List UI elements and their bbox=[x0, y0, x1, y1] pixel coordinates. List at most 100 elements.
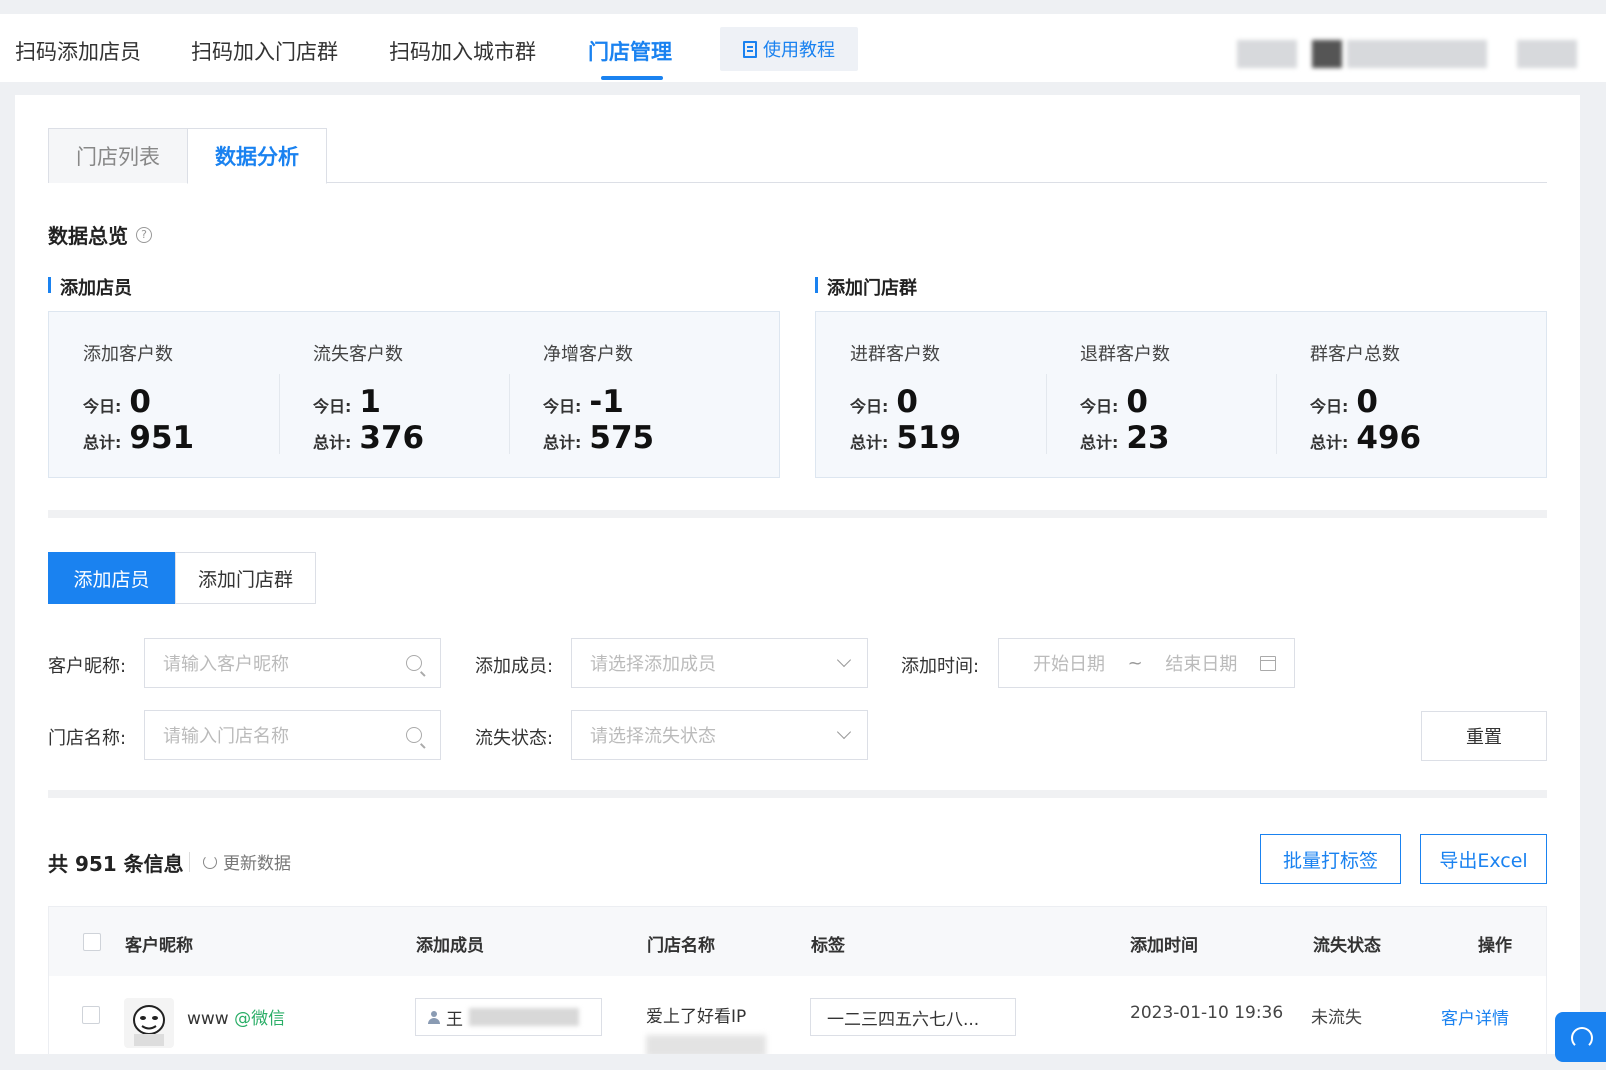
stat-total-value: 519 bbox=[896, 420, 962, 456]
stat-today-key: 今日: bbox=[543, 397, 582, 416]
tutorial-label: 使用教程 bbox=[763, 40, 835, 61]
nickname-placeholder: 请输入客户昵称 bbox=[163, 654, 289, 675]
refresh-icon bbox=[203, 854, 217, 869]
stat-total-value: 23 bbox=[1126, 420, 1170, 456]
member-name: 王 bbox=[446, 1009, 463, 1030]
nav-scan-join-city-group[interactable]: 扫码加入城市群 bbox=[389, 36, 536, 66]
tab-data-analysis[interactable]: 数据分析 bbox=[187, 128, 327, 184]
nickname-label: 客户昵称: bbox=[48, 656, 127, 677]
user-icon bbox=[428, 1010, 440, 1024]
batch-tag-button[interactable]: 批量打标签 bbox=[1260, 834, 1401, 884]
store-placeholder: 请输入门店名称 bbox=[163, 726, 289, 747]
tab-store-list[interactable]: 门店列表 bbox=[48, 128, 188, 183]
time-label: 添加时间: bbox=[901, 656, 980, 677]
stat-total-key: 总计: bbox=[543, 433, 582, 452]
lost-placeholder: 请选择流失状态 bbox=[590, 726, 716, 747]
date-range-picker[interactable]: 开始日期 ~ 结束日期 bbox=[998, 638, 1295, 688]
overview-title: 数据总览 ? bbox=[48, 220, 152, 249]
stat-label: 退群客户数 bbox=[1080, 344, 1170, 365]
add-time: 2023-01-10 19:36 bbox=[1130, 1003, 1284, 1023]
stat-total-value: 496 bbox=[1356, 420, 1422, 456]
column-nickname: 客户昵称 bbox=[125, 936, 193, 956]
stat-today-key: 今日: bbox=[83, 397, 122, 416]
member-select[interactable]: 请选择添加成员 bbox=[571, 638, 868, 688]
end-date-placeholder[interactable]: 结束日期 bbox=[1165, 650, 1237, 676]
column-tag: 标签 bbox=[811, 936, 845, 956]
user-account-area[interactable] bbox=[1222, 20, 1606, 80]
export-excel-button[interactable]: 导出Excel bbox=[1420, 834, 1547, 884]
stat-label: 群客户总数 bbox=[1310, 344, 1400, 365]
stat-today-value: 0 bbox=[1356, 384, 1378, 420]
stat-total-key: 总计: bbox=[1080, 433, 1119, 452]
column-store: 门店名称 bbox=[647, 936, 715, 956]
add-staff-stats: 添加客户数 今日: 0 总计: 951 流失客户数 今日: 1 总计: 376 净增客户… bbox=[48, 311, 780, 478]
section-add-group-title: 添加门店群 bbox=[815, 274, 917, 300]
select-all-checkbox[interactable] bbox=[83, 933, 101, 951]
total-count: 共 951 条信息 bbox=[48, 852, 184, 876]
nav-active-indicator bbox=[601, 76, 663, 80]
customer-service-button[interactable] bbox=[1555, 1012, 1606, 1062]
stat-today-key: 今日: bbox=[1080, 397, 1119, 416]
wechat-source: @微信 bbox=[234, 1009, 286, 1029]
reset-button[interactable]: 重置 bbox=[1421, 711, 1547, 761]
stat-today-value: 0 bbox=[896, 384, 918, 420]
start-date-placeholder[interactable]: 开始日期 bbox=[1033, 650, 1105, 676]
section-add-staff-title: 添加店员 bbox=[48, 274, 132, 300]
add-group-stats: 进群客户数 今日: 0 总计: 519 退群客户数 今日: 0 总计: 23 群客户总数… bbox=[815, 311, 1547, 478]
segment-add-staff[interactable]: 添加店员 bbox=[48, 552, 175, 604]
customer-nickname: www @微信 bbox=[187, 1004, 285, 1029]
calendar-icon bbox=[1259, 655, 1276, 671]
segment-add-group[interactable]: 添加门店群 bbox=[175, 552, 316, 604]
stat-today-key: 今日: bbox=[1310, 397, 1349, 416]
help-icon[interactable]: ? bbox=[136, 226, 152, 243]
refresh-button[interactable]: 更新数据 bbox=[203, 849, 291, 874]
member-label: 添加成员: bbox=[475, 656, 554, 677]
page-tabs: 门店列表 数据分析 bbox=[48, 128, 1547, 184]
date-separator: ~ bbox=[1127, 652, 1143, 674]
lost-status-select[interactable]: 请选择流失状态 bbox=[571, 710, 868, 760]
stat-added-customers: 添加客户数 今日: 0 总计: 951 bbox=[49, 312, 279, 479]
stat-today-key: 今日: bbox=[313, 397, 352, 416]
stat-total-key: 总计: bbox=[850, 433, 889, 452]
avatar bbox=[124, 998, 174, 1048]
top-nav: 扫码添加店员 扫码加入门店群 扫码加入城市群 门店管理 使用教程 bbox=[0, 14, 1606, 82]
nickname-search-input[interactable]: 请输入客户昵称 bbox=[144, 638, 441, 688]
store-name: 爱上了好看IP bbox=[646, 1002, 766, 1057]
store-search-input[interactable]: 请输入门店名称 bbox=[144, 710, 441, 760]
nav-store-management[interactable]: 门店管理 bbox=[588, 36, 672, 66]
document-icon bbox=[743, 40, 757, 58]
stat-today-value: 1 bbox=[359, 384, 381, 420]
lost-status: 未流失 bbox=[1311, 1008, 1362, 1028]
stat-joined-customers: 进群客户数 今日: 0 总计: 519 bbox=[816, 312, 1046, 479]
table-header: 客户昵称 添加成员 门店名称 标签 添加时间 流失状态 操作 bbox=[48, 906, 1547, 976]
stat-label: 进群客户数 bbox=[850, 344, 940, 365]
nav-scan-join-store-group[interactable]: 扫码加入门店群 bbox=[191, 36, 338, 66]
customer-detail-link[interactable]: 客户详情 bbox=[1441, 1004, 1509, 1029]
stat-today-key: 今日: bbox=[850, 397, 889, 416]
nickname-text: www bbox=[187, 1009, 229, 1029]
column-member: 添加成员 bbox=[416, 936, 484, 956]
stat-total-key: 总计: bbox=[1310, 433, 1349, 452]
search-icon bbox=[406, 727, 422, 743]
member-chip: 王 bbox=[415, 998, 602, 1036]
stat-today-value: -1 bbox=[589, 384, 624, 420]
chevron-down-icon bbox=[836, 724, 852, 740]
stat-total-value: 376 bbox=[359, 420, 425, 456]
store-label: 门店名称: bbox=[48, 728, 127, 749]
divider bbox=[189, 852, 190, 872]
stat-today-value: 0 bbox=[129, 384, 151, 420]
lost-label: 流失状态: bbox=[475, 728, 554, 749]
stat-label: 净增客户数 bbox=[543, 344, 633, 365]
stat-net-customers: 净增客户数 今日: -1 总计: 575 bbox=[509, 312, 739, 479]
column-lost-status: 流失状态 bbox=[1313, 936, 1381, 956]
stat-total-value: 951 bbox=[129, 420, 195, 456]
tutorial-button[interactable]: 使用教程 bbox=[720, 27, 858, 71]
column-time: 添加时间 bbox=[1130, 936, 1198, 956]
stat-lost-customers: 流失客户数 今日: 1 总计: 376 bbox=[279, 312, 509, 479]
row-checkbox[interactable] bbox=[82, 1006, 100, 1024]
member-placeholder: 请选择添加成员 bbox=[590, 654, 716, 675]
stat-left-customers: 退群客户数 今日: 0 总计: 23 bbox=[1046, 312, 1276, 479]
section-divider bbox=[48, 510, 1547, 518]
nav-scan-add-staff[interactable]: 扫码添加店员 bbox=[15, 36, 141, 66]
tag-chip: 一二三四五六七八... bbox=[810, 998, 1016, 1036]
